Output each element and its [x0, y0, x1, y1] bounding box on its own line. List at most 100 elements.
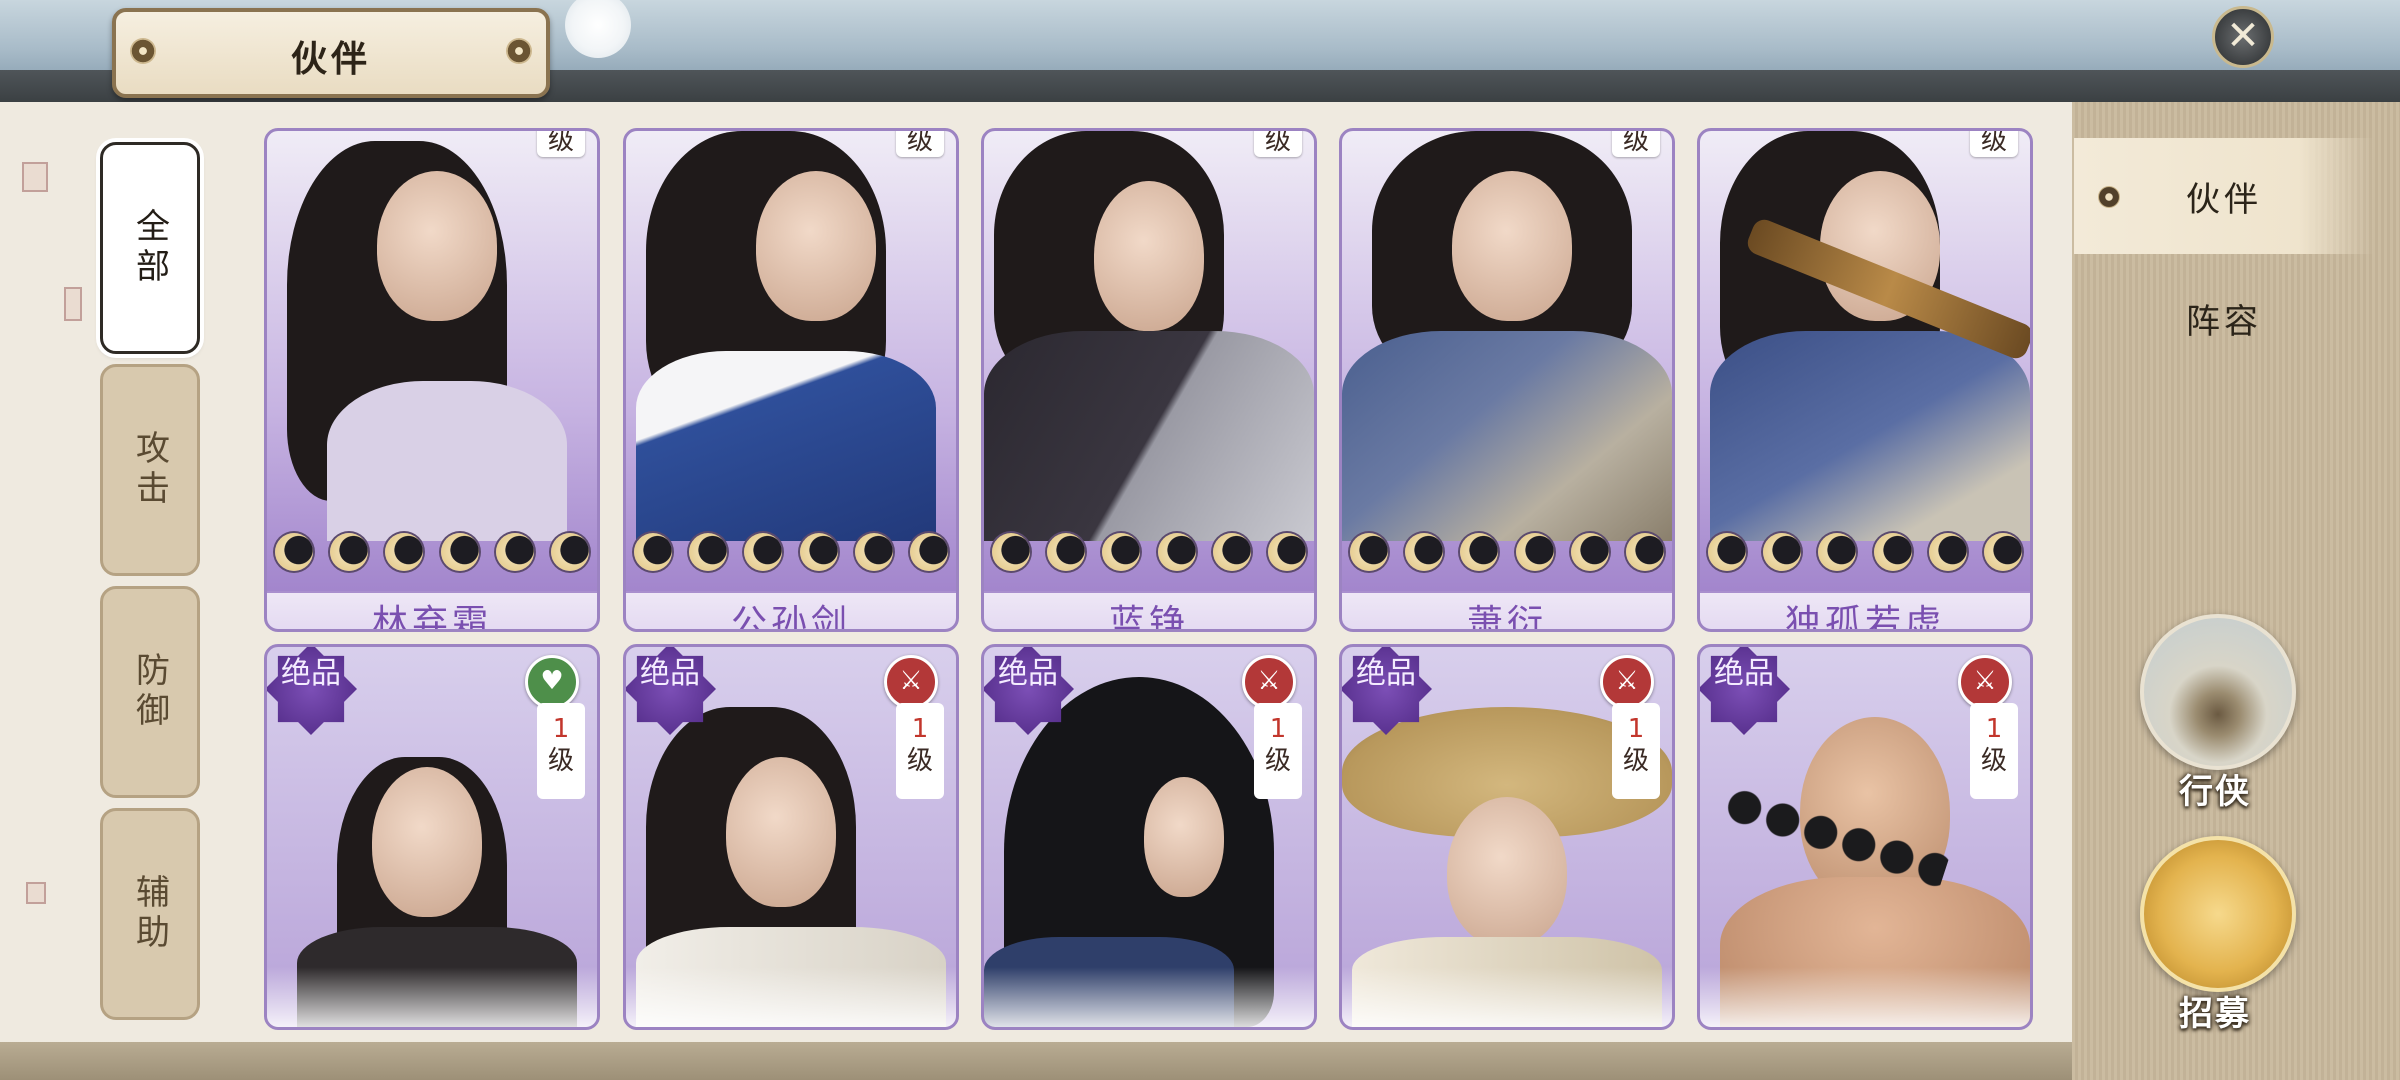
level-tag: 级 [1970, 128, 2018, 157]
level-unit: 级 [547, 128, 574, 156]
level-unit: 级 [906, 128, 933, 156]
partner-card[interactable]: 级 公孙剑 [623, 128, 959, 632]
moon-star-icon [1460, 533, 1499, 571]
nav-label: 伙伴 [2186, 179, 2262, 220]
xingxia-button[interactable]: 行侠 [2140, 614, 2296, 813]
partner-name: 公孙剑 [626, 591, 956, 629]
recruit-cards-icon [2140, 836, 2296, 992]
filter-tab-all[interactable]: 全部 [100, 142, 200, 354]
rarity-badge: 绝品 [984, 647, 1074, 735]
filter-tab-defense[interactable]: 防御 [100, 586, 200, 798]
horse-rider-icon [2140, 614, 2296, 770]
moon-star-icon [1983, 533, 2022, 571]
title-plate: 伙伴 [112, 8, 550, 98]
moon-star-icon [992, 533, 1030, 571]
partner-card[interactable]: 绝品 ♥ 1级 [264, 644, 600, 1030]
moon-star-icon [440, 533, 479, 571]
moon-star-icon [1047, 533, 1086, 571]
card-fade [984, 967, 1314, 1027]
moon-star-icon [634, 533, 672, 571]
rarity-badge: 绝品 [626, 647, 716, 735]
moon-star-icon [1928, 533, 1967, 571]
level-unit: 级 [1980, 128, 2007, 156]
moon-star-icon [495, 533, 534, 571]
level-tag: 级 [896, 128, 944, 157]
level-value: 1 [1985, 714, 2003, 744]
moon-star-icon [744, 533, 783, 571]
card-fade [267, 967, 597, 1027]
level-unit: 级 [906, 746, 933, 776]
partner-card[interactable]: 级 独孤若虚 [1697, 128, 2033, 632]
portrait-face [377, 171, 497, 321]
moon-star-icon [1405, 533, 1444, 571]
partner-card[interactable]: 级 林弃霜 [264, 128, 600, 632]
close-button[interactable]: ✕ [2212, 6, 2274, 68]
recruit-button[interactable]: 招募 [2140, 836, 2296, 1035]
filter-tab-attack[interactable]: 攻击 [100, 364, 200, 576]
moon-star-icon [1625, 533, 1664, 571]
level-unit: 级 [1264, 128, 1291, 156]
portrait-robe [1342, 331, 1672, 541]
level-tag: 1级 [1254, 703, 1302, 799]
nav-tab-lineup[interactable]: 阵容 [2074, 260, 2374, 376]
rarity-badge: 绝品 [1342, 647, 1432, 735]
level-value: 1 [1627, 714, 1645, 744]
partner-card[interactable]: 绝品 ⚔ 1级 [1697, 644, 2033, 1030]
portrait-face [1447, 797, 1567, 947]
nav-tab-partner[interactable]: 伙伴 [2074, 138, 2374, 254]
portrait-face [726, 757, 836, 907]
partner-name: 蓝铮 [984, 591, 1314, 629]
moon-star-icon [550, 533, 589, 571]
moon-star-icon [1818, 533, 1857, 571]
recruit-label: 招募 [2179, 994, 2251, 1034]
calligraphy-decoration [22, 262, 72, 1002]
level-tag: 级 [537, 128, 585, 157]
level-unit: 级 [1264, 746, 1291, 776]
xingxia-label: 行侠 [2179, 772, 2251, 812]
level-unit: 级 [1622, 128, 1649, 156]
card-fade [1700, 967, 2030, 1027]
filter-tab-support[interactable]: 辅助 [100, 808, 200, 1020]
level-tag: 级 [1612, 128, 1660, 157]
moon-star-icon [854, 533, 893, 571]
partner-card[interactable]: 级 蓝铮 [981, 128, 1317, 632]
level-tag: 1级 [537, 703, 585, 799]
moon-star-icon [689, 533, 728, 571]
portrait-face [1452, 171, 1572, 321]
star-row [634, 533, 948, 571]
portrait-robe [984, 331, 1314, 541]
card-fade [626, 967, 956, 1027]
partner-card[interactable]: 级 萧衍 [1339, 128, 1675, 632]
level-unit: 级 [1622, 746, 1649, 776]
moon-star-icon [1267, 533, 1306, 571]
crossed-swords-icon: ⚔ [1958, 655, 2012, 709]
portrait-face [1144, 777, 1224, 897]
moon-star-icon [1350, 533, 1388, 571]
portrait-robe [327, 381, 567, 541]
rarity-badge: 绝品 [267, 647, 357, 735]
portrait-face [1094, 181, 1204, 331]
crossed-swords-icon: ⚔ [1600, 655, 1654, 709]
partner-name: 独孤若虚 [1700, 591, 2030, 629]
level-value: 1 [552, 714, 570, 744]
card-fade [1342, 967, 1672, 1027]
moon-star-icon [1570, 533, 1609, 571]
level-value: 1 [1269, 714, 1287, 744]
level-unit: 级 [547, 746, 574, 776]
star-row [275, 533, 589, 571]
ornament-icon [2098, 186, 2120, 208]
partner-name: 萧衍 [1342, 591, 1672, 629]
partner-card[interactable]: 绝品 ⚔ 1级 [981, 644, 1317, 1030]
heart-icon: ♥ [525, 655, 579, 709]
moon-star-icon [799, 533, 838, 571]
moon-star-icon [1157, 533, 1196, 571]
rarity-badge: 绝品 [1700, 647, 1790, 735]
moon-star-icon [275, 533, 313, 571]
portrait-face [756, 171, 876, 321]
moon-star-icon [1873, 533, 1912, 571]
partner-card[interactable]: 绝品 ⚔ 1级 [623, 644, 959, 1030]
portrait-face [372, 767, 482, 917]
level-tag: 级 [1254, 128, 1302, 157]
moon-star-icon [909, 533, 948, 571]
partner-card[interactable]: 绝品 ⚔ 1级 [1339, 644, 1675, 1030]
